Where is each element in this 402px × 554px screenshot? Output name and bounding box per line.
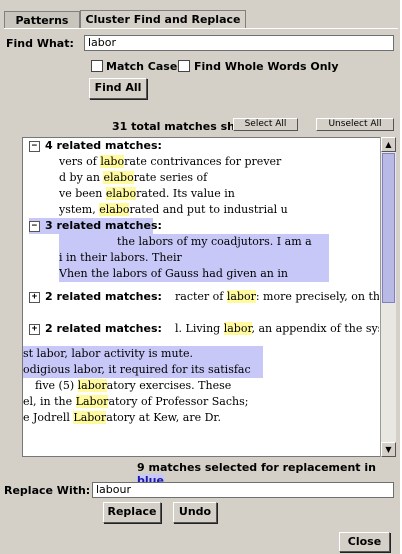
replace-with-input[interactable]: labour bbox=[92, 482, 394, 498]
group-preview[interactable]: racter of labor: more precisely, on the … bbox=[175, 289, 379, 305]
collapse-icon[interactable]: − bbox=[29, 140, 40, 152]
close-button[interactable]: Close bbox=[339, 532, 390, 552]
match-line[interactable]: e Jodrell Laboratory at Kew, are Dr. bbox=[23, 410, 263, 426]
whole-words-checkbox[interactable] bbox=[178, 60, 190, 72]
scrollbar-thumb[interactable] bbox=[382, 153, 395, 303]
group-label: 2 related matches: bbox=[45, 322, 162, 335]
expand-icon[interactable]: + bbox=[29, 323, 40, 335]
find-what-input[interactable]: labor bbox=[84, 35, 394, 51]
expand-icon[interactable]: + bbox=[29, 291, 40, 303]
match-line-selected[interactable]: i in their labors. Their bbox=[59, 250, 329, 266]
match-line[interactable]: d by an elaborate series of bbox=[59, 170, 309, 186]
match-line[interactable]: ystem, elaborated and put to industrial … bbox=[59, 202, 315, 218]
group-header[interactable]: −3 related matches: bbox=[29, 218, 162, 234]
results-scrollbar[interactable]: ▲ ▼ bbox=[380, 137, 396, 457]
find-all-button[interactable]: Find All bbox=[89, 78, 147, 99]
match-line[interactable]: el, in the Laboratory of Professor Sachs… bbox=[23, 394, 263, 410]
tab-divider bbox=[4, 28, 398, 29]
cluster-find-replace-panel: Patterns Cluster Find and Replace Find W… bbox=[0, 0, 402, 554]
tab-patterns[interactable]: Patterns bbox=[4, 11, 80, 28]
match-line[interactable]: ve been elaborated. Its value in bbox=[59, 186, 309, 202]
replace-button[interactable]: Replace bbox=[103, 502, 161, 523]
match-case-label: Match Case bbox=[106, 60, 178, 73]
match-line[interactable]: vers of laborate contrivances for prever bbox=[59, 154, 289, 170]
group-header[interactable]: −4 related matches: bbox=[29, 138, 162, 154]
group-label: 2 related matches: bbox=[45, 290, 162, 303]
match-case-checkbox[interactable] bbox=[91, 60, 103, 72]
scroll-down-icon[interactable]: ▼ bbox=[381, 442, 396, 457]
whole-words-label: Find Whole Words Only bbox=[194, 60, 339, 73]
unselect-all-button[interactable]: Unselect All bbox=[316, 118, 394, 131]
group-label: 4 related matches: bbox=[45, 139, 162, 152]
results-list: −4 related matches: vers of laborate con… bbox=[22, 137, 396, 457]
match-line[interactable]: five (5) laboratory exercises. These bbox=[23, 378, 263, 394]
group-label: 3 related matches: bbox=[45, 219, 162, 232]
tab-bar: Patterns Cluster Find and Replace bbox=[4, 10, 249, 28]
group-header[interactable]: +2 related matches: bbox=[29, 289, 162, 305]
scroll-up-icon[interactable]: ▲ bbox=[381, 137, 396, 152]
group-preview[interactable]: l. Living labor, an appendix of the syst… bbox=[175, 321, 379, 337]
undo-button[interactable]: Undo bbox=[173, 502, 217, 523]
replace-with-label: Replace With: bbox=[4, 484, 91, 497]
group-header[interactable]: +2 related matches: bbox=[29, 321, 162, 337]
match-line-selected[interactable]: Vhen the labors of Gauss had given an in bbox=[59, 266, 329, 282]
select-all-button[interactable]: Select All bbox=[233, 118, 298, 131]
match-line-selected[interactable]: the labors of my coadjutors. I am a bbox=[59, 234, 329, 250]
match-line-selected[interactable]: odigious labor, it required for its sati… bbox=[23, 362, 263, 378]
match-line-selected[interactable]: st labor, labor activity is mute. bbox=[23, 346, 263, 362]
find-what-label: Find What: bbox=[6, 37, 74, 50]
collapse-icon[interactable]: − bbox=[29, 220, 40, 232]
tab-cluster-find-replace[interactable]: Cluster Find and Replace bbox=[80, 10, 246, 28]
